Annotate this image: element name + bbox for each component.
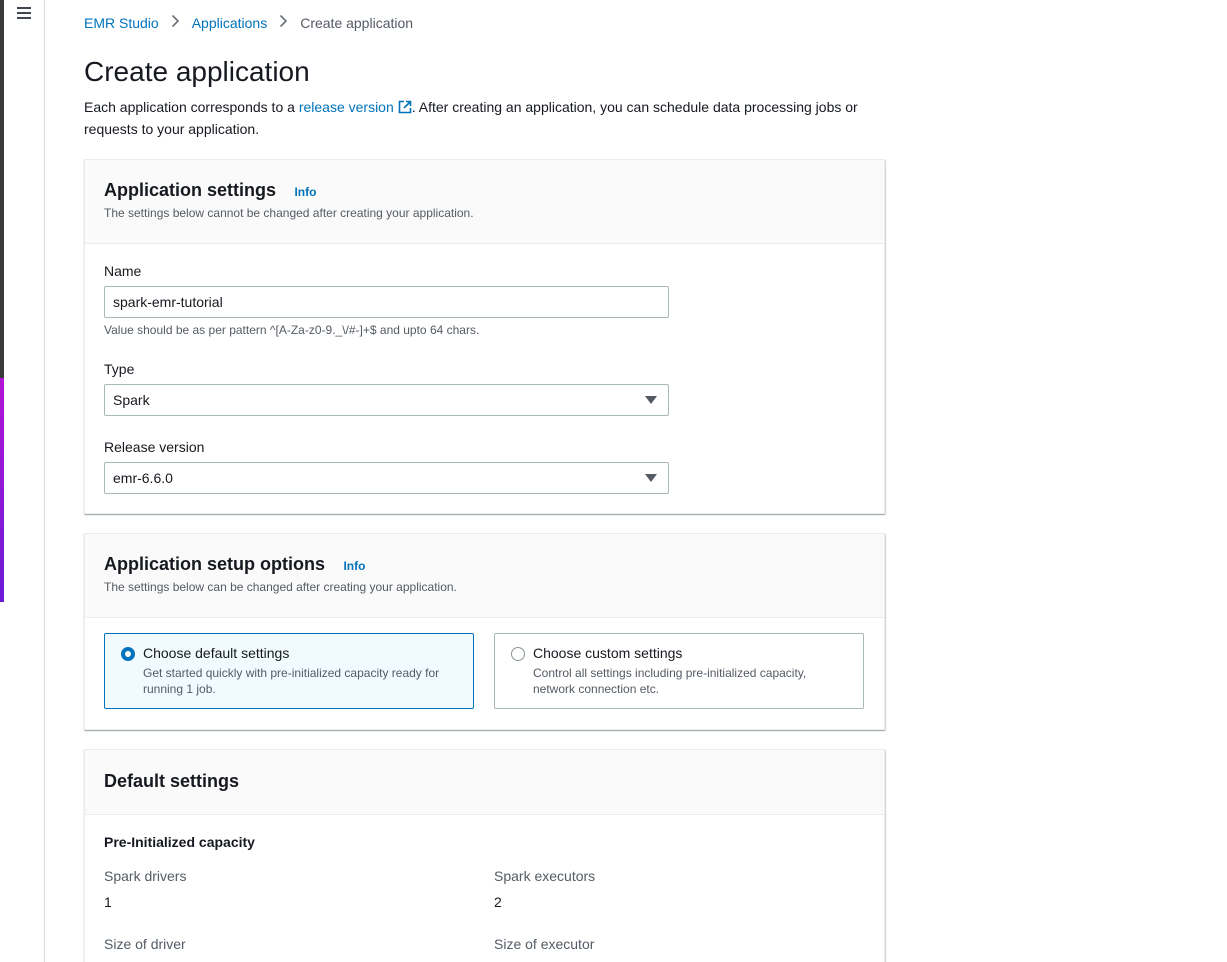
navigation-rail	[4, 0, 45, 962]
page-title: Create application	[84, 56, 310, 87]
size-of-executor-label: Size of executor	[494, 936, 595, 952]
application-settings-title: Application settings	[104, 180, 277, 200]
chevron-right-icon	[171, 14, 180, 31]
caret-down-icon	[645, 474, 657, 482]
spark-drivers-label: Spark drivers	[104, 868, 187, 884]
hamburger-menu-icon[interactable]	[17, 7, 31, 19]
custom-settings-tile[interactable]: Choose custom settings Control all setti…	[494, 633, 864, 709]
default-settings-title: Choose default settings	[143, 645, 290, 661]
breadcrumb-current: Create application	[300, 14, 414, 31]
spark-executors-label: Spark executors	[494, 868, 596, 884]
release-version-label: Release version	[104, 439, 205, 455]
page-description: Each application corresponds to a releas…	[84, 96, 884, 140]
type-label: Type	[104, 361, 135, 377]
name-label: Name	[104, 263, 142, 279]
default-settings-description: Get started quickly with pre-initialized…	[143, 666, 440, 696]
spark-drivers-value: 1	[104, 894, 112, 910]
default-settings-tile[interactable]: Choose default settings Get started quic…	[104, 633, 474, 709]
application-settings-header: Application settings Info The settings b…	[85, 160, 884, 244]
chevron-right-icon	[279, 14, 288, 31]
custom-settings-title: Choose custom settings	[533, 645, 683, 661]
setup-options-title: Application setup options	[104, 554, 325, 574]
application-setup-options-panel: Application setup options Info The setti…	[84, 533, 885, 730]
caret-down-icon	[645, 396, 657, 404]
spark-executors-value: 2	[494, 894, 502, 910]
external-link-icon	[398, 98, 412, 114]
breadcrumb-emr-studio[interactable]: EMR Studio	[84, 15, 159, 31]
release-version-select-value: emr-6.6.0	[113, 470, 173, 486]
pre-initialized-capacity-heading: Pre-Initialized capacity	[104, 834, 255, 850]
size-of-driver-label: Size of driver	[104, 936, 186, 952]
name-constraint-text: Value should be as per pattern ^[A-Za-z0…	[104, 323, 480, 337]
default-settings-panel: Default settings Pre-Initialized capacit…	[84, 749, 885, 962]
breadcrumb-applications[interactable]: Applications	[192, 15, 268, 31]
application-settings-panel: Application settings Info The settings b…	[84, 159, 885, 514]
setup-options-subtitle: The settings below can be changed after …	[104, 580, 457, 594]
release-version-link-text: release version	[298, 99, 394, 115]
custom-settings-radio[interactable]	[511, 647, 525, 661]
custom-settings-description: Control all settings including pre-initi…	[533, 666, 807, 696]
type-select-value: Spark	[113, 392, 150, 408]
description-prefix: Each application corresponds to a	[84, 99, 299, 115]
release-version-link[interactable]: release version	[299, 99, 412, 115]
setup-options-header: Application setup options Info The setti…	[85, 534, 884, 618]
application-settings-info-link[interactable]: Info	[294, 185, 316, 199]
default-settings-radio[interactable]	[121, 647, 135, 661]
release-version-select[interactable]: emr-6.6.0	[104, 462, 669, 494]
name-input[interactable]: spark-emr-tutorial	[104, 286, 669, 318]
application-settings-subtitle: The settings below cannot be changed aft…	[104, 206, 474, 220]
default-settings-header: Default settings	[85, 750, 884, 815]
setup-options-info-link[interactable]: Info	[343, 559, 365, 573]
type-select[interactable]: Spark	[104, 384, 669, 416]
breadcrumb: EMR Studio Applications Create applicati…	[84, 14, 413, 31]
default-settings-title: Default settings	[104, 771, 240, 791]
